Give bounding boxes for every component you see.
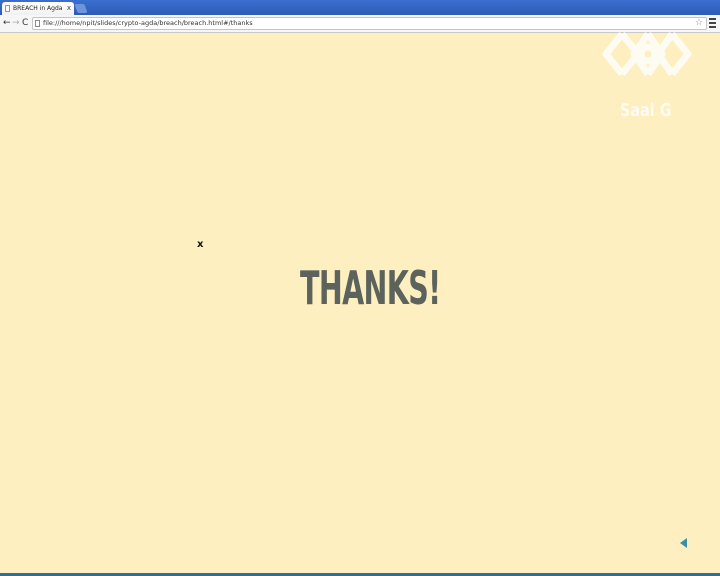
page-icon: [5, 5, 10, 12]
star-icon[interactable]: ☆: [695, 18, 703, 29]
tab-breach[interactable]: BREACH in Agda x: [2, 2, 74, 15]
tab-title: BREACH in Agda: [13, 5, 63, 12]
new-tab-button[interactable]: [74, 4, 88, 13]
watermark-caption: Saal G: [620, 100, 672, 121]
url-text[interactable]: file:///home/npit/slides/crypto-agda/bre…: [43, 18, 253, 29]
close-icon[interactable]: x: [67, 2, 71, 15]
menu-icon[interactable]: [709, 18, 716, 28]
slide-title: THANKS!: [300, 261, 441, 315]
tab-strip: BREACH in Agda x: [0, 0, 720, 15]
cursor-mark: x: [197, 239, 204, 250]
page-icon: [35, 20, 40, 27]
logo-mark-icon: [602, 31, 692, 77]
back-button[interactable]: ←: [3, 17, 11, 30]
forward-button[interactable]: →: [12, 17, 20, 30]
prev-slide-arrow-icon[interactable]: [680, 538, 687, 548]
watermark-logo: Saal G: [600, 28, 695, 128]
reload-button[interactable]: C: [22, 17, 28, 30]
